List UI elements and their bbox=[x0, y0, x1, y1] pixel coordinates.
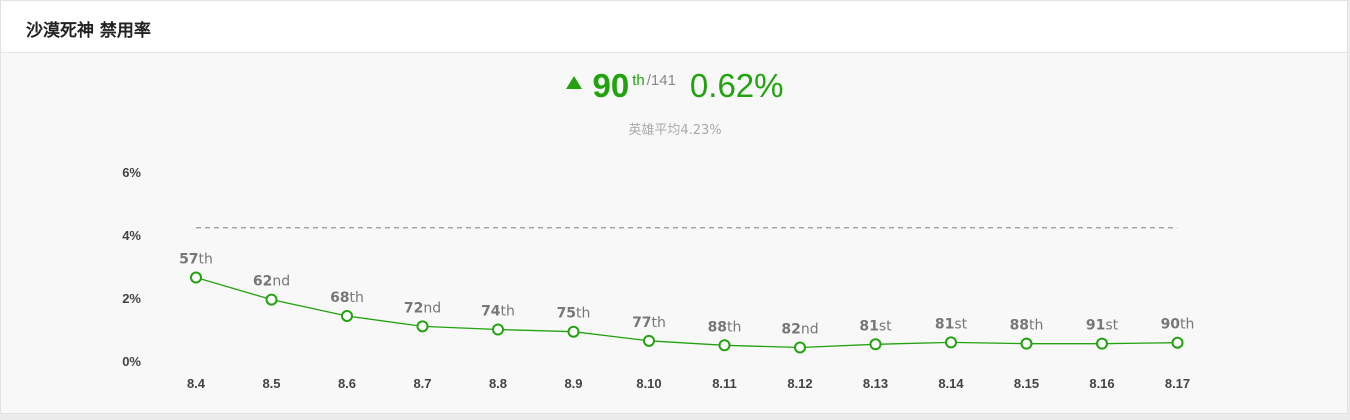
data-point bbox=[341, 309, 353, 322]
rank-label: 75th bbox=[557, 306, 591, 322]
rank-label: 91st bbox=[1086, 318, 1119, 334]
y-tick-label: 2% bbox=[122, 291, 141, 306]
rank-label: 81st bbox=[935, 316, 968, 332]
rank-label: 57th bbox=[179, 252, 213, 268]
data-point bbox=[1171, 336, 1184, 349]
data-point bbox=[718, 339, 731, 352]
rank-label: 77th bbox=[632, 315, 666, 331]
y-tick-label: 0% bbox=[122, 354, 141, 369]
rank-label: 68th bbox=[330, 290, 364, 306]
data-point bbox=[190, 271, 202, 284]
data-point bbox=[265, 293, 278, 306]
y-tick-label: 4% bbox=[122, 228, 141, 243]
rank-label: 88th bbox=[1010, 318, 1044, 334]
data-point bbox=[567, 325, 580, 338]
x-tick-label: 8.8 bbox=[489, 376, 507, 391]
x-tick-label: 8.4 bbox=[187, 376, 206, 391]
rank-label: 88th bbox=[708, 319, 742, 335]
data-point bbox=[945, 336, 957, 349]
rank-label: 74th bbox=[481, 304, 515, 320]
x-tick-label: 8.5 bbox=[262, 376, 280, 391]
x-tick-label: 8.10 bbox=[636, 376, 661, 391]
x-tick-label: 8.14 bbox=[938, 376, 964, 391]
x-tick-label: 8.11 bbox=[712, 376, 737, 391]
data-point bbox=[416, 320, 429, 333]
x-tick-label: 8.17 bbox=[1165, 376, 1190, 391]
rank-label: 81st bbox=[859, 318, 892, 334]
data-point bbox=[869, 338, 882, 351]
data-point bbox=[794, 341, 806, 354]
x-tick-label: 8.15 bbox=[1014, 376, 1039, 391]
rank-label: 62nd bbox=[253, 274, 290, 290]
x-tick-label: 8.9 bbox=[564, 376, 582, 391]
ban-rate-line-chart: 0% 2% 4% 6% 8.4 8.5 8.6 8.7 8.8 8.9 8.10 8.11 8.12 8.… bbox=[122, 165, 1195, 391]
ban-rate-panel: 沙漠死神 禁用率 90th/141 0.62% 英雄平均4.23% 0% 2% 4% 6… bbox=[0, 0, 1348, 414]
x-tick-label: 8.6 bbox=[338, 376, 356, 391]
data-point bbox=[492, 323, 504, 336]
x-tick-label: 8.16 bbox=[1089, 376, 1114, 391]
rank-label: 72nd bbox=[404, 300, 441, 316]
rank-label: 82nd bbox=[781, 321, 818, 337]
data-point bbox=[1096, 337, 1108, 350]
data-point bbox=[643, 334, 655, 347]
data-point bbox=[1020, 337, 1033, 350]
x-tick-label: 8.13 bbox=[863, 376, 888, 391]
x-tick-label: 8.12 bbox=[787, 376, 812, 391]
rank-label: 90th bbox=[1161, 317, 1195, 333]
x-tick-label: 8.7 bbox=[413, 376, 431, 391]
y-tick-label: 6% bbox=[122, 165, 141, 180]
